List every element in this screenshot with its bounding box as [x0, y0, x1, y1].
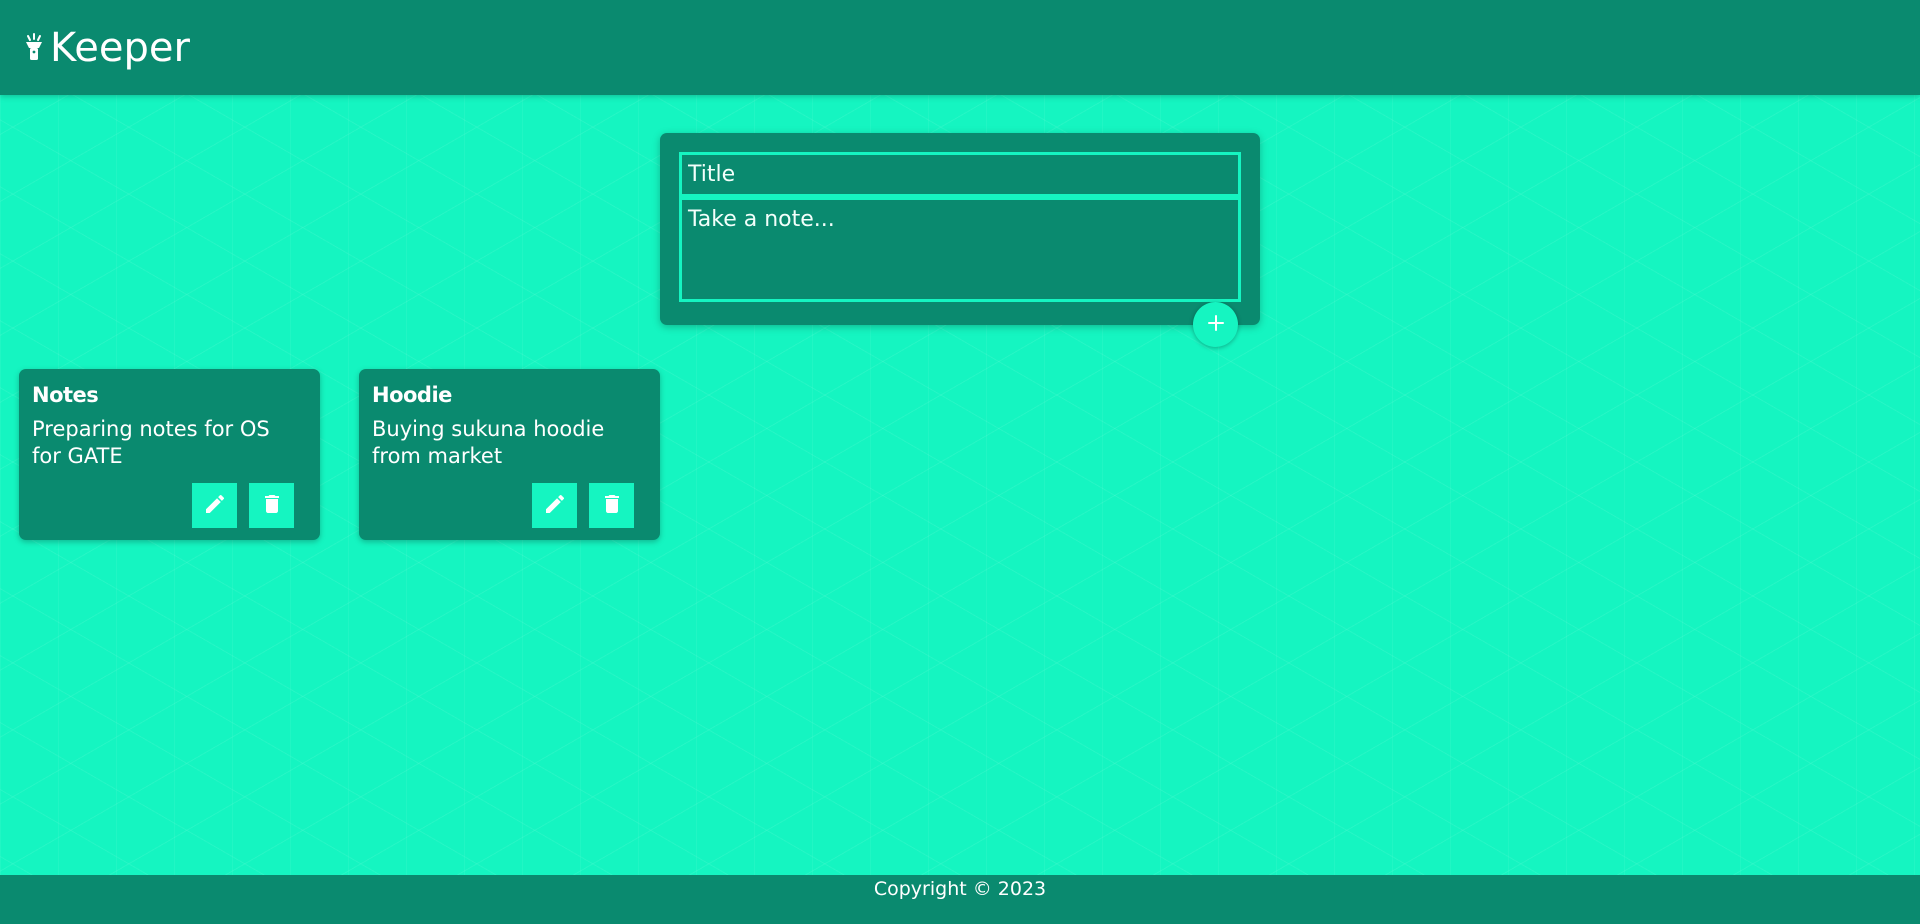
note-title-input[interactable]: [679, 152, 1241, 197]
add-note-button[interactable]: [1193, 302, 1238, 347]
note-content: Buying sukuna hoodie from market: [372, 417, 605, 468]
note-card: Hoodie Buying sukuna hoodie from market: [359, 369, 660, 540]
edit-note-button[interactable]: [192, 483, 237, 528]
trash-icon: [600, 492, 624, 519]
delete-note-button[interactable]: [249, 483, 294, 528]
note-content-textarea[interactable]: [679, 197, 1241, 302]
app-logo: Keeper: [22, 28, 190, 68]
note-title: Hoodie: [372, 383, 452, 407]
edit-note-button[interactable]: [532, 483, 577, 528]
note-card: Notes Preparing notes for OS for GATE: [19, 369, 320, 540]
delete-note-button[interactable]: [589, 483, 634, 528]
flashlight-icon: [22, 32, 46, 63]
note-content: Preparing notes for OS for GATE: [32, 417, 270, 468]
create-note-form: [660, 133, 1260, 325]
app-title: Keeper: [50, 24, 190, 71]
app-header: Keeper: [0, 0, 1920, 95]
pencil-icon: [203, 492, 227, 519]
note-title: Notes: [32, 383, 99, 407]
trash-icon: [260, 492, 284, 519]
plus-icon: [1205, 312, 1227, 337]
copyright-text: Copyright © 2023: [873, 878, 1047, 900]
pencil-icon: [543, 492, 567, 519]
app-footer: Copyright © 2023: [0, 875, 1920, 924]
